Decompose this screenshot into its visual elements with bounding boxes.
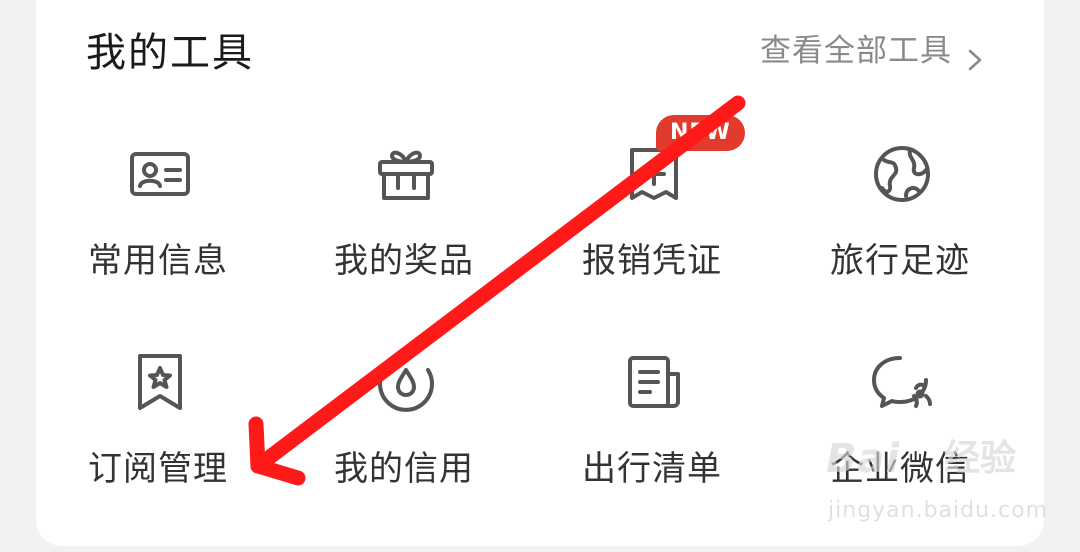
wecom-chat-icon — [870, 350, 934, 414]
tool-label: 订阅管理 — [88, 449, 228, 489]
tool-label: 出行清单 — [582, 449, 722, 489]
tool-label: 我的信用 — [334, 449, 474, 489]
section-title: 我的工具 — [86, 30, 254, 76]
view-all-label: 查看全部工具 — [760, 33, 952, 69]
bookmark-star-icon — [128, 350, 192, 414]
new-badge: NEW — [656, 115, 745, 151]
watermark-logo-cn: 经验 — [944, 438, 1017, 479]
watermark-url: jingyan.baidu.com — [828, 498, 1049, 523]
watermark-logo: Bai — [826, 436, 901, 482]
tool-travel-checklist[interactable]: 出行清单 — [552, 338, 752, 508]
tool-subscription-management[interactable]: 订阅管理 — [58, 338, 258, 508]
tool-label: 我的奖品 — [334, 241, 474, 281]
tool-common-info[interactable]: 常用信息 — [58, 130, 258, 300]
view-all-tools-link[interactable]: 查看全部工具 — [760, 28, 986, 74]
tool-label: 旅行足迹 — [830, 241, 970, 281]
tool-label: 常用信息 — [88, 241, 228, 281]
chevron-right-icon — [964, 39, 986, 71]
credit-drop-icon — [374, 350, 438, 414]
baidu-jingyan-watermark: Bai 经验 jingyan.baidu.com — [826, 432, 1047, 532]
id-card-icon — [128, 142, 192, 206]
receipt-icon — [622, 142, 686, 206]
globe-icon — [870, 142, 934, 206]
tool-label: 报销凭证 — [582, 241, 722, 281]
checklist-doc-icon — [622, 350, 686, 414]
gift-icon — [374, 142, 438, 206]
tool-my-credit[interactable]: 我的信用 — [304, 338, 504, 508]
tool-my-prizes[interactable]: 我的奖品 — [304, 130, 504, 300]
tool-expense-voucher[interactable]: 报销凭证 — [552, 130, 752, 300]
tool-travel-footprint[interactable]: 旅行足迹 — [800, 130, 1000, 300]
